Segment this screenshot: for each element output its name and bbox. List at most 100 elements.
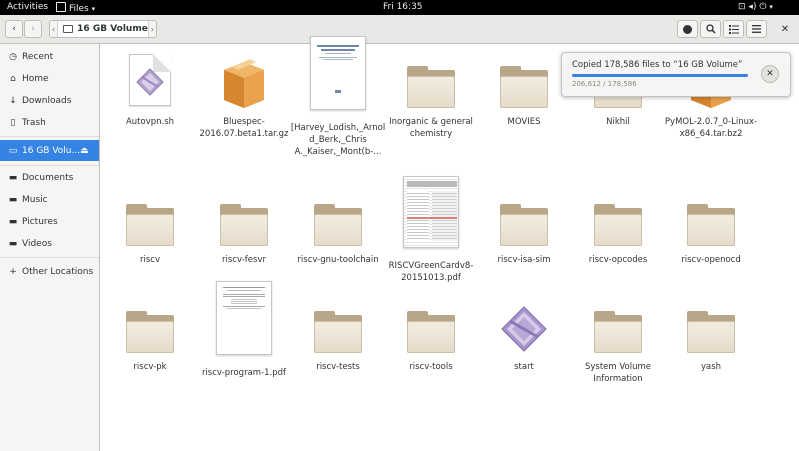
pdf-thumbnail — [290, 36, 386, 110]
file-item[interactable]: RISCVGreenCardv8-20151013.pdf — [383, 176, 479, 284]
sidebar-item-label: Trash — [22, 118, 46, 128]
folder-item[interactable]: riscv-isa-sim — [476, 188, 572, 266]
progress-pie-icon — [683, 24, 692, 34]
file-name: riscv-pk — [133, 362, 167, 372]
file-item[interactable]: start — [476, 295, 572, 373]
sidebar: ◷ Recent ⌂ Home ↓ Downloads ▯ Trash ▭ 16 GB V… — [0, 44, 100, 451]
progress-bar-fill — [572, 74, 748, 77]
folder-icon — [290, 295, 386, 353]
sidebar-item-pictures[interactable]: ▬ Pictures — [0, 212, 99, 232]
folder-item[interactable]: riscv-opcodes — [570, 188, 666, 266]
hamburger-icon — [752, 25, 761, 33]
chevron-left-icon: ‹ — [12, 24, 16, 34]
folder-item[interactable]: riscv — [102, 188, 198, 266]
sidebar-item-documents[interactable]: ▬ Documents — [0, 168, 99, 188]
sidebar-item-videos[interactable]: ▬ Videos — [0, 234, 99, 254]
file-name: System Volume Information — [584, 362, 651, 384]
file-name: start — [514, 362, 534, 372]
folder-icon: ▬ — [8, 217, 18, 227]
close-icon: ✕ — [766, 69, 774, 79]
file-operation-popover: Copied 178,586 files to “16 GB Volume” 2… — [561, 52, 791, 97]
drive-icon — [63, 25, 74, 33]
close-icon: ✕ — [780, 23, 790, 35]
file-name: riscv-tests — [316, 362, 360, 372]
file-item[interactable]: riscv-program-1.pdf — [196, 281, 292, 379]
file-item[interactable]: Autovpn.sh — [102, 50, 198, 128]
home-icon: ⌂ — [10, 74, 16, 84]
sidebar-item-volume[interactable]: ▭ 16 GB Volu... ⏏ — [0, 140, 99, 161]
download-icon: ↓ — [9, 96, 17, 106]
file-name: riscv-program-1.pdf — [201, 368, 287, 378]
view-toggle-button[interactable] — [723, 20, 744, 38]
file-name: riscv-opcodes — [588, 255, 648, 265]
folder-item[interactable]: yash — [663, 295, 759, 373]
pdf-thumbnail — [196, 281, 292, 355]
sidebar-divider — [0, 257, 99, 258]
header-bar: ‹ › ‹ 16 GB Volume › ✕ — [0, 15, 799, 44]
file-name: PyMOL-2.0.7_0-Linux-x86_64.tar.bz2 — [664, 117, 758, 139]
sidebar-item-music[interactable]: ▬ Music — [0, 190, 99, 210]
path-scroll-right[interactable]: › — [149, 21, 156, 37]
cancel-operation-button[interactable]: ✕ — [761, 65, 779, 83]
activities-button[interactable]: Activities — [7, 2, 48, 13]
system-menu[interactable]: ⊡ ◂) ⏻ ▾ — [738, 2, 773, 13]
folder-icon — [663, 295, 759, 353]
file-name: riscv-isa-sim — [497, 255, 551, 265]
file-item[interactable]: Bluespec-2016.07.beta1.tar.gz — [196, 50, 292, 140]
chevron-down-icon: ▾ — [769, 3, 773, 11]
folder-icon — [663, 188, 759, 246]
sidebar-item-label: Recent — [22, 52, 54, 62]
folder-icon — [290, 188, 386, 246]
chevron-down-icon: ▾ — [91, 5, 96, 13]
file-name: Inorganic & general chemistry — [389, 117, 473, 139]
operation-detail: 206,612 / 178,586 — [572, 80, 637, 88]
sidebar-item-home[interactable]: ⌂ Home — [0, 69, 99, 89]
sidebar-divider — [0, 165, 99, 166]
files-app-icon — [56, 2, 66, 12]
path-scroll-left[interactable]: ‹ — [50, 21, 57, 37]
clock[interactable]: Fri 16:35 — [383, 2, 423, 13]
file-name: riscv-tools — [409, 362, 453, 372]
folder-item[interactable]: riscv-pk — [102, 295, 198, 373]
eject-icon[interactable]: ⏏ — [80, 146, 89, 156]
sidebar-item-other-locations[interactable]: + Other Locations — [0, 262, 99, 282]
archive-file-icon — [196, 50, 292, 108]
path-segment-current[interactable]: 16 GB Volume — [57, 21, 149, 37]
app-menu[interactable]: Files ▾ — [56, 2, 95, 15]
file-name: riscv-fesvr — [221, 255, 266, 265]
executable-icon — [476, 295, 572, 353]
folder-item[interactable]: System Volume Information — [570, 295, 666, 385]
sidebar-item-downloads[interactable]: ↓ Downloads — [0, 91, 99, 111]
folder-icon: ▬ — [8, 195, 18, 205]
folder-item[interactable]: riscv-gnu-toolchain — [290, 188, 386, 266]
folder-item[interactable]: riscv-fesvr — [196, 188, 292, 266]
sidebar-item-label: Documents — [22, 173, 74, 183]
search-button[interactable] — [700, 20, 721, 38]
folder-icon — [196, 188, 292, 246]
folder-item[interactable]: riscv-tests — [290, 295, 386, 373]
window-close-button[interactable]: ✕ — [775, 20, 795, 38]
clock-icon: ◷ — [9, 52, 17, 62]
list-view-icon — [728, 24, 739, 34]
folder-icon — [570, 188, 666, 246]
sidebar-item-label: Pictures — [22, 217, 58, 227]
forward-button[interactable]: › — [24, 20, 42, 38]
folder-icon — [570, 295, 666, 353]
folder-item[interactable]: riscv-tools — [383, 295, 479, 373]
progress-bar — [572, 74, 748, 77]
file-name: riscv — [140, 255, 160, 265]
sidebar-item-recent[interactable]: ◷ Recent — [0, 47, 99, 67]
folder-item[interactable]: MOVIES — [476, 50, 572, 128]
back-button[interactable]: ‹ — [5, 20, 23, 38]
file-name: MOVIES — [507, 117, 541, 127]
sidebar-item-label: Other Locations — [22, 267, 94, 277]
folder-item[interactable]: riscv-openocd — [663, 188, 759, 266]
file-item[interactable]: [Harvey_Lodish,_Arnold_Berk,_Chris A._Ka… — [290, 36, 386, 158]
sidebar-item-trash[interactable]: ▯ Trash — [0, 113, 99, 133]
operations-button[interactable] — [677, 20, 698, 38]
folder-icon — [102, 295, 198, 353]
sidebar-item-label: 16 GB Volu... — [22, 145, 81, 156]
folder-item[interactable]: Inorganic & general chemistry — [383, 50, 479, 140]
menu-button[interactable] — [746, 20, 767, 38]
volume-icon: ◂) — [748, 2, 757, 12]
